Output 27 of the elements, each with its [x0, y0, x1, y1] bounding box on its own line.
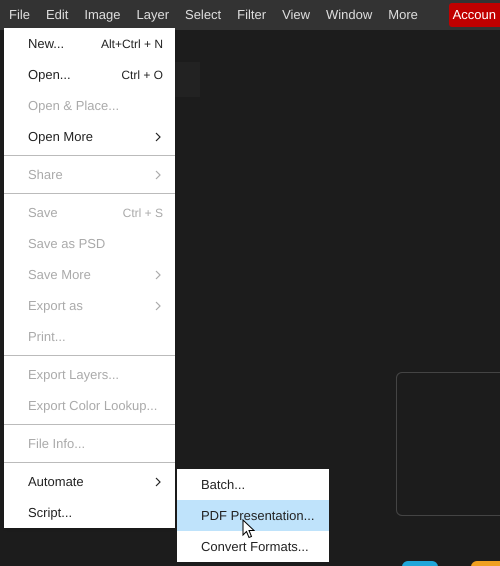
- chevron-right-icon: [155, 476, 161, 486]
- menu-item[interactable]: Convert Formats...: [177, 531, 329, 562]
- shortcut-text: Ctrl + O: [121, 66, 163, 84]
- shortcut-text: Alt+Ctrl + N: [100, 36, 163, 52]
- shortcut-text: Ctrl + S: [122, 204, 163, 222]
- menu-bar-item[interactable]: Filter: [232, 0, 272, 30]
- menu-item[interactable]: PDF Presentation...: [177, 500, 329, 531]
- menu-bar-item[interactable]: Layer: [132, 0, 174, 30]
- menu-bar-item[interactable]: Window: [321, 0, 378, 30]
- chevron-right-icon: [155, 170, 161, 180]
- chevron-right-icon: [155, 270, 161, 280]
- menu-item[interactable]: Script...: [4, 497, 175, 528]
- menu-bar-item[interactable]: Image: [79, 0, 126, 30]
- menu-item[interactable]: New... Alt+Ctrl + N: [4, 28, 175, 59]
- mouse-cursor-icon: [242, 519, 255, 539]
- menu-bar-item[interactable]: More: [383, 0, 423, 30]
- menu-item[interactable]: Batch...: [177, 469, 329, 500]
- menu-item[interactable]: Open... Ctrl + O: [4, 59, 175, 90]
- menu-item[interactable]: Automate: [4, 466, 175, 497]
- menu-bar-item[interactable]: View: [277, 0, 316, 30]
- chevron-right-icon: [155, 300, 161, 310]
- menu-item[interactable]: Open More: [4, 121, 175, 152]
- menu-bar-item[interactable]: Edit: [40, 0, 74, 30]
- chevron-right-icon: [155, 132, 161, 142]
- menu-bar-item[interactable]: File: [4, 0, 35, 30]
- menu-bar-item[interactable]: Select: [180, 0, 226, 30]
- account-button[interactable]: Accoun: [448, 3, 500, 27]
